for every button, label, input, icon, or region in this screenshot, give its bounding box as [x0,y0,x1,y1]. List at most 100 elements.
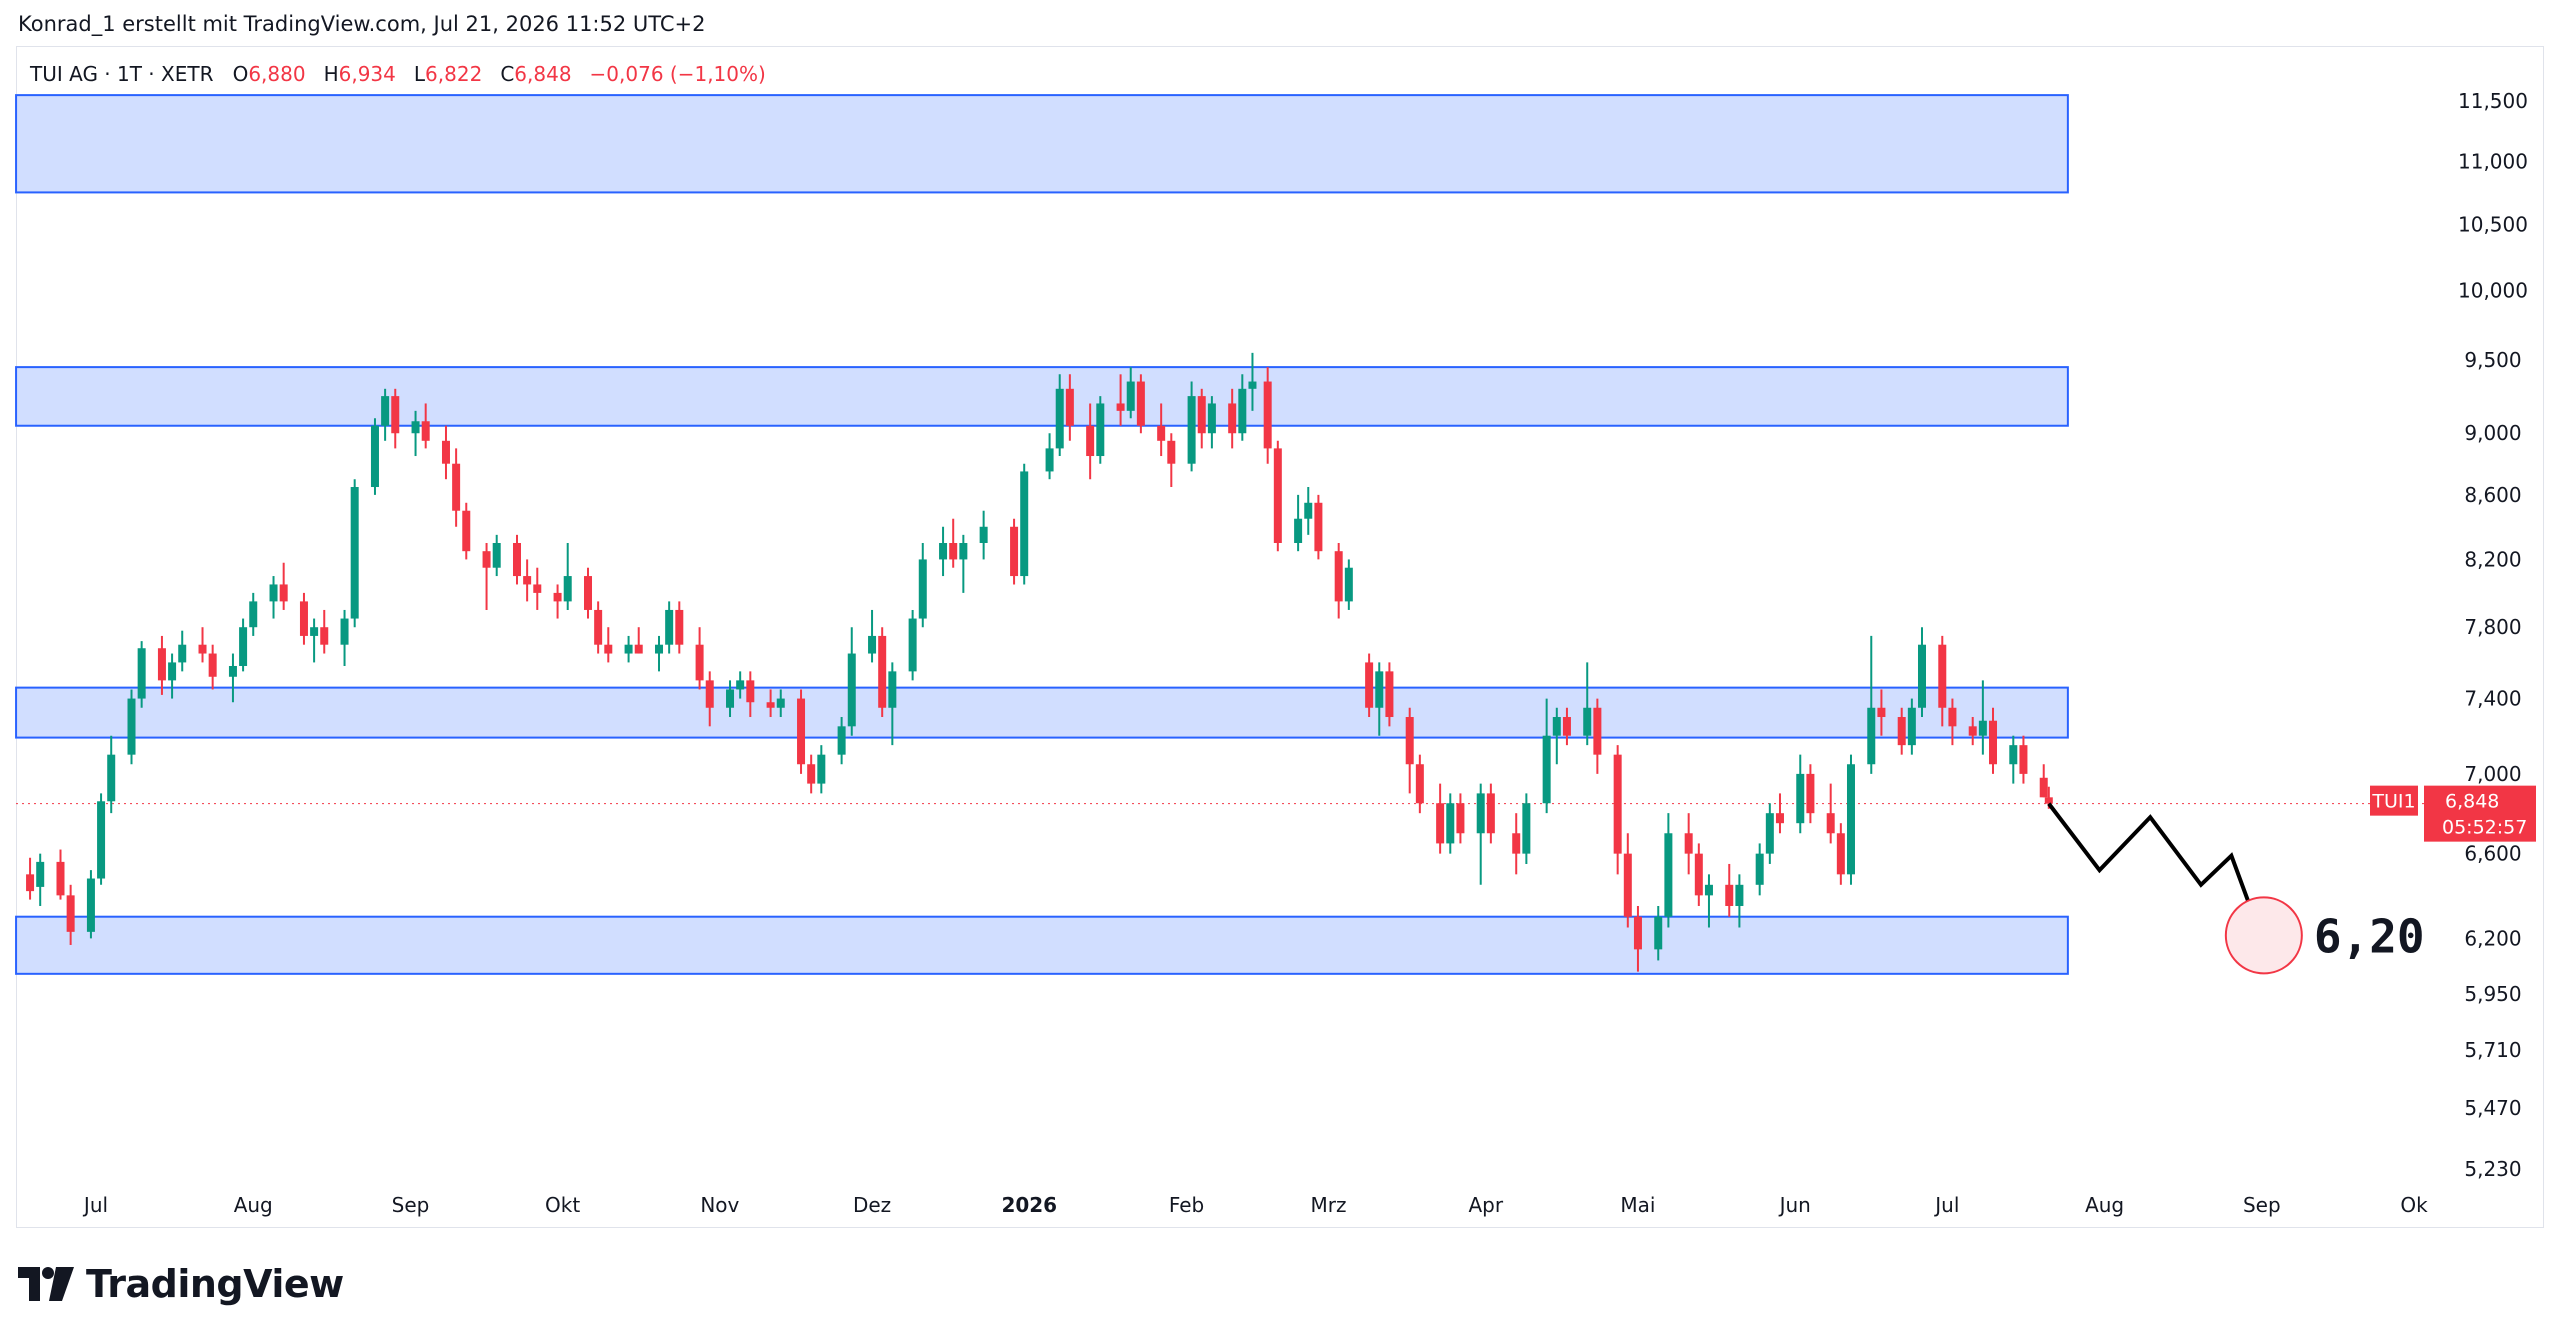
candle-body [279,584,288,602]
candle [1456,793,1465,844]
candle-body [269,584,278,602]
candlestick-series [26,352,2053,972]
y-tick-label: 11,500 [2458,89,2528,113]
y-tick-label: 8,200 [2464,547,2521,571]
candle-body [949,542,958,560]
candle-body [1917,644,1926,708]
candle-body [1476,793,1485,834]
support-resistance-zones [15,94,2069,975]
candle-body [604,644,613,654]
candle [1136,374,1145,434]
candle-body [1613,754,1622,854]
y-tick-label: 10,500 [2458,212,2528,236]
y-tick-label: 5,230 [2464,1157,2521,1181]
candle [939,526,948,577]
candle-body [1755,853,1764,885]
candle [1010,518,1019,585]
candle-body [1775,813,1784,824]
candle [1512,813,1521,875]
candle [512,534,521,585]
candle-body [1968,726,1977,736]
candle-body [807,764,816,784]
candle-body [1055,388,1064,449]
candle [594,601,603,654]
candle [36,853,45,906]
legend-close: 6,848 [514,62,572,86]
candle-body [1385,671,1394,718]
zone-3[interactable] [15,686,2069,739]
candle-body [1654,916,1663,950]
candle-body [776,698,785,708]
candle-body [1725,884,1734,906]
candle-body [1415,764,1424,804]
candle-body [908,618,917,672]
candle-body [1486,793,1495,834]
candle-body [370,425,379,488]
candle-body [634,644,643,654]
candle [1476,783,1485,885]
candle [381,388,390,441]
chart-canvas[interactable]: 6,20 11,500 11,000 10,500 10,000 9,500 9,000 8… [0,0,2560,1336]
candle [482,542,491,610]
candle-body [584,576,593,610]
candle [1415,754,1424,814]
candle [1486,783,1495,844]
candle [462,502,471,560]
candle [908,609,917,681]
candle-body [1065,388,1074,426]
candle-body [797,698,806,765]
y-tick-label: 6,600 [2464,842,2521,866]
candle-body [979,526,988,543]
candle [279,562,288,610]
candle-body [1136,381,1145,426]
candle-body [553,592,562,602]
candle-body [1806,773,1815,814]
candle-body [736,680,745,690]
zone-4[interactable] [15,915,2069,975]
candle-body [1796,773,1805,824]
candle-body [1010,526,1019,577]
candle-body [1273,448,1282,543]
tradingview-logo-text: TradingView [86,1262,344,1306]
candle-body [1375,671,1384,708]
candle-body [66,895,75,932]
x-tick-label: 2026 [1001,1193,1057,1217]
tradingview-logo[interactable]: TradingView [18,1262,344,1306]
zone-2[interactable] [15,366,2069,427]
candle-body [1263,381,1272,449]
candle-body [1542,735,1551,804]
candle-body [746,680,755,703]
candle [86,870,95,939]
candle-body [1765,813,1774,854]
candle [1294,494,1303,552]
candle [2009,735,2018,784]
last-price-tag[interactable]: TUI1 6,848 05:52:57 [2370,785,2536,842]
candle-body [1405,717,1414,765]
candle-body [847,653,856,727]
candle-body [86,878,95,932]
candle [56,849,65,900]
candle [1446,793,1455,854]
x-tick-label: Sep [2243,1193,2281,1217]
candle-body [1633,916,1642,950]
candle [1365,653,1374,718]
y-tick-label: 5,710 [2464,1038,2521,1062]
candle-body [320,627,329,645]
candle-body [2009,745,2018,765]
candle-body [421,421,430,441]
candle-body [1522,803,1531,854]
candle-body [1989,720,1998,765]
candle-body [1907,707,1916,746]
candle-body [1304,502,1313,519]
candle [1263,367,1272,464]
zone-1[interactable] [15,94,2069,194]
x-tick-label: Aug [2085,1193,2124,1217]
candle-body [1167,440,1176,464]
candle-body [1877,707,1886,718]
candle-body [1344,567,1353,602]
candle [1765,803,1774,864]
candle-body [299,601,308,636]
legend-change: −0,076 (−1,10%) [589,62,766,86]
candle [979,510,988,560]
candle-body [441,440,450,464]
